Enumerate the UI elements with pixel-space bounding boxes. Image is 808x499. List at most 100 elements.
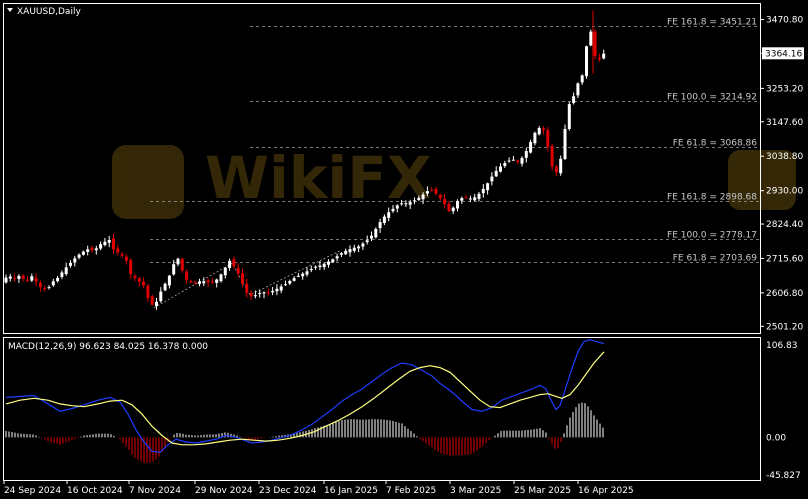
candle-body — [335, 256, 339, 259]
candle-body — [232, 259, 236, 267]
x-tick-label: 23 Dec 2024 — [259, 486, 317, 496]
chart-svg: WikiFX FE 161.8 = 3451.21FE 100.0 = 3214… — [0, 0, 808, 499]
fib-label: FE 161.8 = 3451.21 — [667, 18, 757, 28]
candle-body — [47, 287, 51, 289]
candle-body — [352, 247, 356, 251]
candle-body — [464, 197, 468, 199]
candle-body — [64, 267, 68, 275]
macd-label: MACD(12,26,9) 96.623 84.025 16.378 0.000 — [8, 342, 208, 352]
candle-body — [589, 31, 593, 46]
candle-body — [486, 183, 490, 191]
candle-body — [206, 280, 210, 283]
candle-body — [185, 271, 189, 280]
candle-body — [593, 31, 597, 56]
y-tick-label: 2930.00 — [766, 187, 803, 197]
candle-body — [38, 282, 42, 287]
candle-body — [167, 275, 171, 286]
candle-body — [163, 283, 167, 291]
candle-body — [223, 267, 227, 276]
x-tick-label: 29 Nov 2024 — [195, 486, 253, 496]
candle-body — [499, 166, 502, 172]
candle-body — [241, 273, 244, 284]
candle-body — [129, 259, 133, 275]
candle-body — [172, 264, 176, 275]
candle-body — [378, 222, 382, 229]
candle-body — [438, 194, 442, 199]
candle-body — [434, 188, 438, 194]
candle-body — [103, 241, 107, 246]
candle-body — [443, 198, 447, 205]
candle-body — [490, 176, 494, 182]
candle-body — [193, 281, 197, 283]
x-tick-label: 16 Apr 2025 — [578, 486, 634, 496]
x-tick-label: 25 Mar 2025 — [514, 486, 571, 496]
candle-body — [348, 249, 352, 253]
candle-body — [559, 158, 563, 174]
candle-body — [563, 128, 567, 160]
candle-body — [391, 208, 395, 212]
candle-body — [597, 57, 601, 60]
candle-body — [400, 203, 404, 205]
candle-body — [408, 202, 412, 205]
candle-body — [13, 278, 17, 280]
candle-body — [331, 259, 335, 263]
candle-body — [322, 263, 326, 268]
candle-body — [99, 244, 103, 249]
candle-body — [258, 293, 262, 295]
candle-body — [176, 258, 180, 265]
candle-body — [516, 160, 520, 163]
candle-body — [395, 205, 399, 209]
candle-body — [387, 212, 391, 218]
candle-body — [4, 277, 8, 283]
fib-label: FE 61.8 = 2703.69 — [673, 254, 758, 264]
candle-body — [468, 198, 472, 200]
candle-body — [8, 276, 12, 279]
fib-label: FE 100.0 = 2778.17 — [667, 231, 757, 241]
candle-body — [90, 247, 94, 251]
candle-body — [602, 53, 606, 59]
candle-body — [124, 256, 128, 261]
candle-body — [202, 281, 206, 284]
candle-body — [81, 251, 85, 255]
candle-body — [404, 203, 408, 205]
candle-body — [417, 197, 421, 200]
candle-body — [228, 260, 232, 268]
candle-body — [253, 295, 257, 297]
candle-body — [327, 261, 330, 265]
candle-body — [456, 200, 459, 209]
candle-body — [137, 278, 141, 282]
candle-body — [159, 291, 163, 302]
candle-body — [189, 281, 193, 283]
candle-body — [107, 239, 111, 243]
candle-body — [198, 281, 201, 284]
fib-label: FE 61.8 = 3068.86 — [673, 139, 758, 149]
candle-body — [215, 279, 219, 283]
candle-body — [146, 285, 150, 298]
candle-body — [69, 262, 72, 266]
candle-body — [155, 301, 158, 307]
candle-body — [284, 284, 287, 286]
candle-body — [529, 141, 533, 153]
y-tick-label: 2606.80 — [766, 289, 803, 299]
candle-body — [477, 193, 481, 199]
candle-body — [210, 281, 214, 283]
candle-body — [34, 277, 38, 282]
candle-body — [17, 275, 21, 279]
candle-body — [451, 207, 455, 212]
candle-body — [576, 83, 580, 96]
candle-body — [357, 246, 361, 249]
candle-body — [430, 189, 434, 191]
candle-body — [318, 265, 322, 268]
candle-body — [43, 287, 47, 289]
y-tick-label: 2715.60 — [766, 254, 803, 264]
candle-body — [503, 163, 507, 167]
candle-body — [542, 128, 545, 130]
x-tick-label: 3 Mar 2025 — [450, 486, 501, 496]
candle-body — [421, 194, 425, 200]
candle-body — [524, 150, 528, 158]
candle-body — [288, 280, 292, 284]
fib-label: FE 100.0 = 3214.92 — [667, 93, 757, 103]
macd-y-tick-label: 106.83 — [766, 341, 798, 351]
candle-body — [142, 281, 146, 286]
candle-body — [262, 292, 266, 294]
